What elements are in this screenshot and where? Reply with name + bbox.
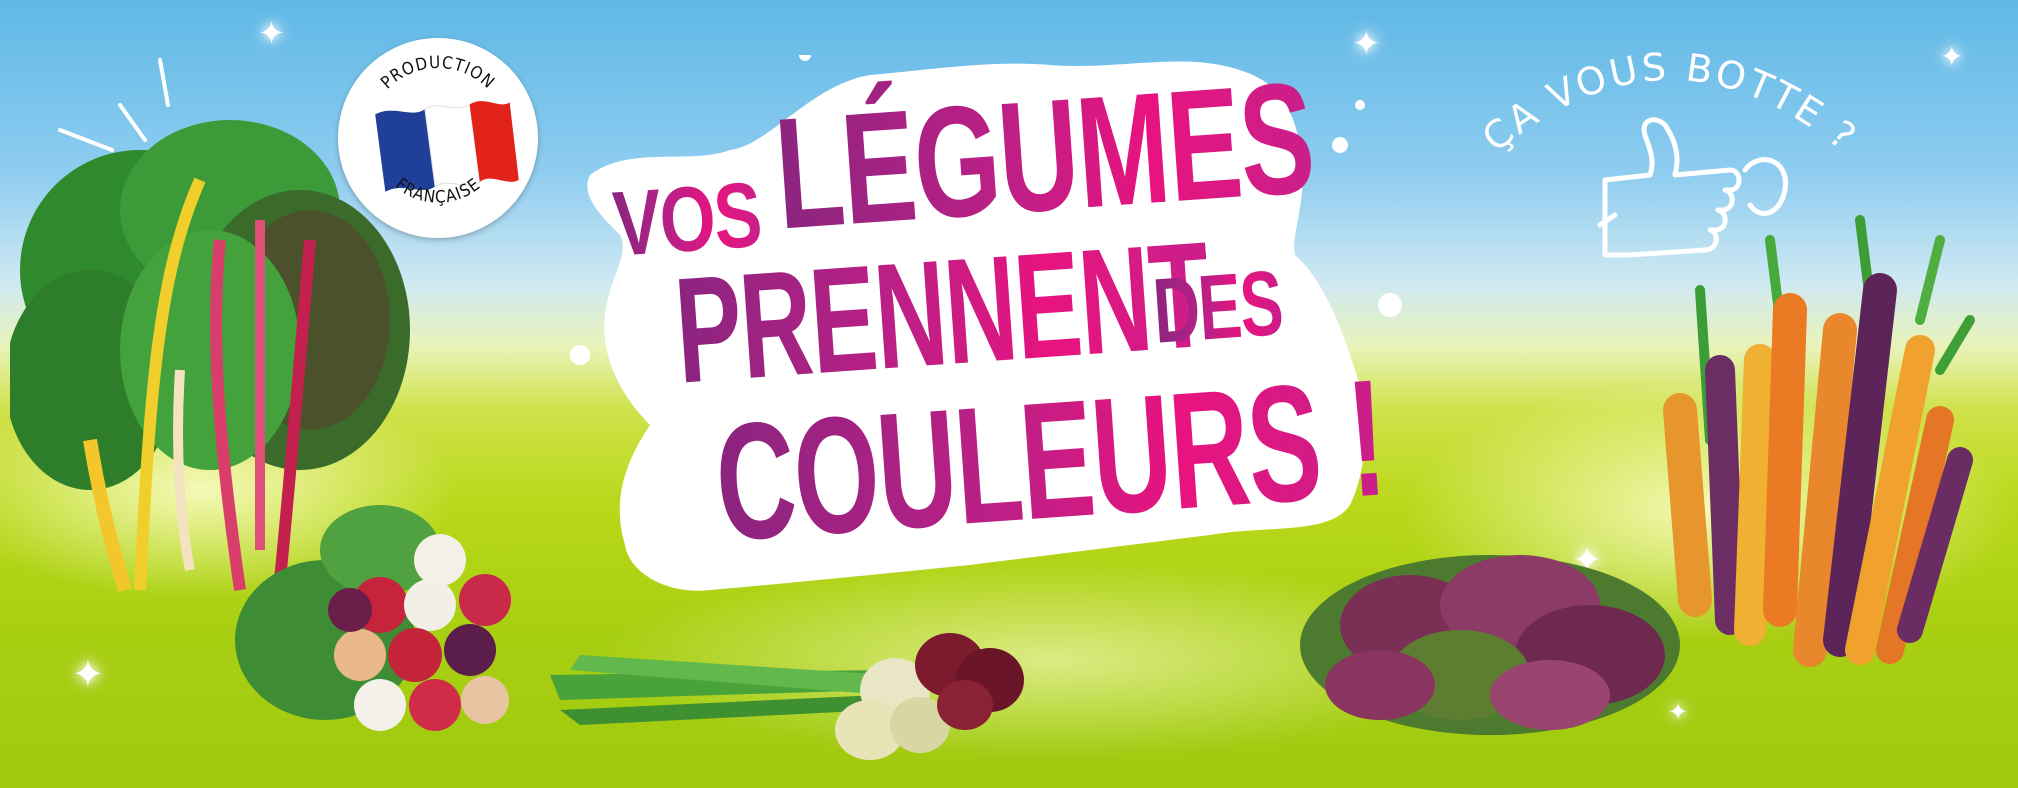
spring-onions-image	[550, 633, 1024, 760]
badge-top-text: PRODUCTION	[377, 53, 497, 93]
production-francaise-badge: PRODUCTION FRANÇAISE	[338, 38, 538, 238]
sparkle-icon: ✦	[72, 652, 104, 696]
thumbs-up-icon	[1597, 117, 1788, 258]
radishes-image	[235, 505, 511, 731]
sparkle-icon: ✦	[1940, 40, 1964, 73]
sparkle-icon: ✦	[258, 14, 285, 52]
tagline-thumbs-up: ÇA VOUS BOTTE ?	[1480, 45, 1863, 258]
heirloom-carrots-image	[1663, 215, 1975, 667]
headline: VOS LÉGUMES PRENNENT DES COULEURS !	[570, 50, 1420, 615]
badge-bottom-text: FRANÇAISE	[391, 174, 483, 207]
headline-des: DES	[1150, 252, 1286, 363]
promo-banner: ✦ ✦ ✦ ✦ ✦ ✦ ✦	[0, 0, 2018, 788]
svg-text:FRANÇAISE: FRANÇAISE	[391, 174, 484, 207]
svg-text:PRODUCTION: PRODUCTION	[377, 53, 498, 93]
